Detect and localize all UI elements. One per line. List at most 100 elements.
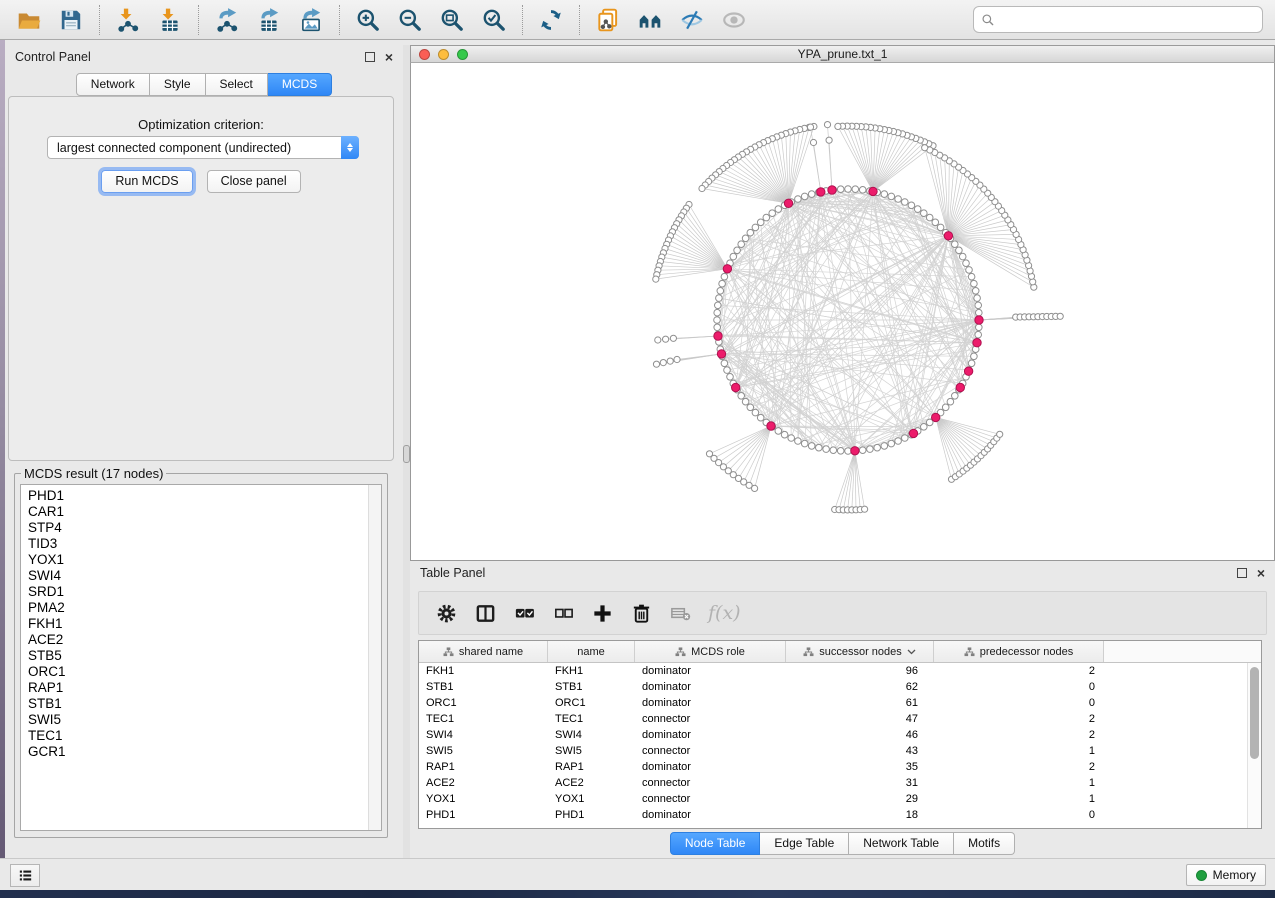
close-table-panel-icon[interactable]: × — [1257, 568, 1265, 578]
tab-network-table[interactable]: Network Table — [849, 832, 954, 855]
tab-select[interactable]: Select — [206, 73, 268, 96]
table-panel: Table Panel × f(x) shared namenameMCDS r… — [410, 561, 1275, 858]
cell-MCDS-role: connector — [635, 713, 786, 725]
vertical-splitter[interactable] — [403, 45, 410, 858]
cell-predecessor-nodes: 2 — [934, 729, 1104, 741]
table-scrollbar-thumb[interactable] — [1250, 667, 1259, 759]
table-row[interactable]: SWI4SWI4dominator462 — [419, 727, 1247, 743]
first-neighbors-icon[interactable] — [635, 5, 665, 35]
node-table-rows: FKH1FKH1dominator962STB1STB1dominator620… — [419, 663, 1247, 828]
deselect-all-icon[interactable] — [550, 600, 576, 626]
show-columns-icon[interactable] — [472, 600, 498, 626]
settings-icon[interactable] — [433, 600, 459, 626]
tab-edge-table[interactable]: Edge Table — [760, 832, 849, 855]
mcds-result-item[interactable]: SWI4 — [28, 568, 368, 584]
cell-shared-name: TEC1 — [419, 713, 548, 725]
cytoscape-window: Control Panel × NetworkStyleSelectMCDS O… — [0, 0, 1275, 898]
column-label: MCDS role — [691, 646, 745, 658]
column-header-MCDS-role[interactable]: MCDS role — [635, 641, 786, 662]
column-header-shared-name[interactable]: shared name — [419, 641, 548, 662]
search-input[interactable] — [1000, 13, 1255, 27]
network-graph[interactable] — [411, 63, 1274, 559]
column-header-successor-nodes[interactable]: successor nodes — [786, 641, 934, 662]
clone-network-icon[interactable] — [593, 5, 623, 35]
tab-node-table[interactable]: Node Table — [670, 832, 761, 855]
float-table-panel-icon[interactable] — [1237, 568, 1247, 578]
mcds-result-item[interactable]: SWI5 — [28, 712, 368, 728]
table-row[interactable]: FKH1FKH1dominator962 — [419, 663, 1247, 679]
mcds-result-item[interactable]: PMA2 — [28, 600, 368, 616]
table-row[interactable]: RAP1RAP1dominator352 — [419, 759, 1247, 775]
cell-MCDS-role: dominator — [635, 681, 786, 693]
mcds-result-item[interactable]: GCR1 — [28, 744, 368, 760]
mcds-result-item[interactable]: STB1 — [28, 696, 368, 712]
table-row[interactable]: PHD1PHD1dominator180 — [419, 807, 1247, 823]
float-panel-icon[interactable] — [365, 52, 375, 62]
zoom-selected-icon[interactable] — [479, 5, 509, 35]
zoom-out-icon[interactable] — [395, 5, 425, 35]
delete-rows-icon[interactable] — [628, 600, 654, 626]
select-all-icon[interactable] — [511, 600, 537, 626]
table-row[interactable]: YOX1YOX1connector291 — [419, 791, 1247, 807]
save-session-icon[interactable] — [56, 5, 86, 35]
mcds-result-item[interactable]: TID3 — [28, 536, 368, 552]
search-box[interactable] — [973, 6, 1263, 33]
optimization-criterion-label: Optimization criterion: — [9, 117, 393, 132]
cell-predecessor-nodes: 0 — [934, 681, 1104, 693]
column-type-icon — [675, 647, 686, 657]
mcds-result-list: PHD1CAR1STP4TID3YOX1SWI4SRD1PMA2FKH1ACE2… — [21, 485, 368, 830]
table-row[interactable]: ORC1ORC1dominator610 — [419, 695, 1247, 711]
table-scrollbar[interactable] — [1247, 663, 1261, 828]
mcds-result-item[interactable]: CAR1 — [28, 504, 368, 520]
zoom-fit-icon[interactable] — [437, 5, 467, 35]
close-panel-icon[interactable]: × — [385, 52, 393, 62]
tab-network[interactable]: Network — [76, 73, 150, 96]
cell-predecessor-nodes: 2 — [934, 665, 1104, 677]
mcds-result-item[interactable]: TEC1 — [28, 728, 368, 744]
column-label: shared name — [459, 646, 523, 658]
network-canvas[interactable] — [410, 63, 1275, 561]
mcds-result-item[interactable]: ACE2 — [28, 632, 368, 648]
column-header-predecessor-nodes[interactable]: predecessor nodes — [934, 641, 1104, 662]
tab-style[interactable]: Style — [150, 73, 206, 96]
tab-motifs[interactable]: Motifs — [954, 832, 1015, 855]
mcds-result-item[interactable]: ORC1 — [28, 664, 368, 680]
mcds-result-item[interactable]: STP4 — [28, 520, 368, 536]
mcds-result-item[interactable]: SRD1 — [28, 584, 368, 600]
task-history-button[interactable] — [10, 864, 40, 887]
mcds-tab-panel: Optimization criterion: largest connecte… — [8, 96, 394, 461]
memory-button[interactable]: Memory — [1186, 864, 1266, 886]
mcds-result-item[interactable]: PHD1 — [28, 488, 368, 504]
import-table-icon[interactable] — [155, 5, 185, 35]
tab-mcds[interactable]: MCDS — [268, 73, 332, 96]
splitter-handle[interactable] — [403, 445, 410, 463]
mcds-result-item[interactable]: RAP1 — [28, 680, 368, 696]
mcds-result-item[interactable]: STB5 — [28, 648, 368, 664]
cell-predecessor-nodes: 1 — [934, 793, 1104, 805]
show-all-icon — [719, 5, 749, 35]
export-image-icon[interactable] — [296, 5, 326, 35]
refresh-layout-icon[interactable] — [536, 5, 566, 35]
add-row-icon[interactable] — [589, 600, 615, 626]
table-row[interactable]: STB1STB1dominator620 — [419, 679, 1247, 695]
run-mcds-button[interactable]: Run MCDS — [101, 170, 192, 193]
table-row[interactable]: TEC1TEC1connector472 — [419, 711, 1247, 727]
cell-name: SWI5 — [548, 745, 635, 757]
hide-selected-icon[interactable] — [677, 5, 707, 35]
result-list-scrollbar[interactable] — [368, 485, 381, 830]
cell-name: RAP1 — [548, 761, 635, 773]
import-network-icon[interactable] — [113, 5, 143, 35]
table-row[interactable]: ACE2ACE2connector311 — [419, 775, 1247, 791]
export-network-icon[interactable] — [212, 5, 242, 35]
mcds-result-item[interactable]: YOX1 — [28, 552, 368, 568]
zoom-in-icon[interactable] — [353, 5, 383, 35]
cell-successor-nodes: 18 — [786, 809, 934, 821]
open-session-icon[interactable] — [14, 5, 44, 35]
mcds-result-item[interactable]: FKH1 — [28, 616, 368, 632]
close-panel-button[interactable]: Close panel — [207, 170, 301, 193]
criterion-dropdown[interactable]: largest connected component (undirected) — [47, 136, 359, 159]
export-table-icon[interactable] — [254, 5, 284, 35]
column-header-name[interactable]: name — [548, 641, 635, 662]
table-row[interactable]: SWI5SWI5connector431 — [419, 743, 1247, 759]
list-icon — [17, 867, 34, 884]
